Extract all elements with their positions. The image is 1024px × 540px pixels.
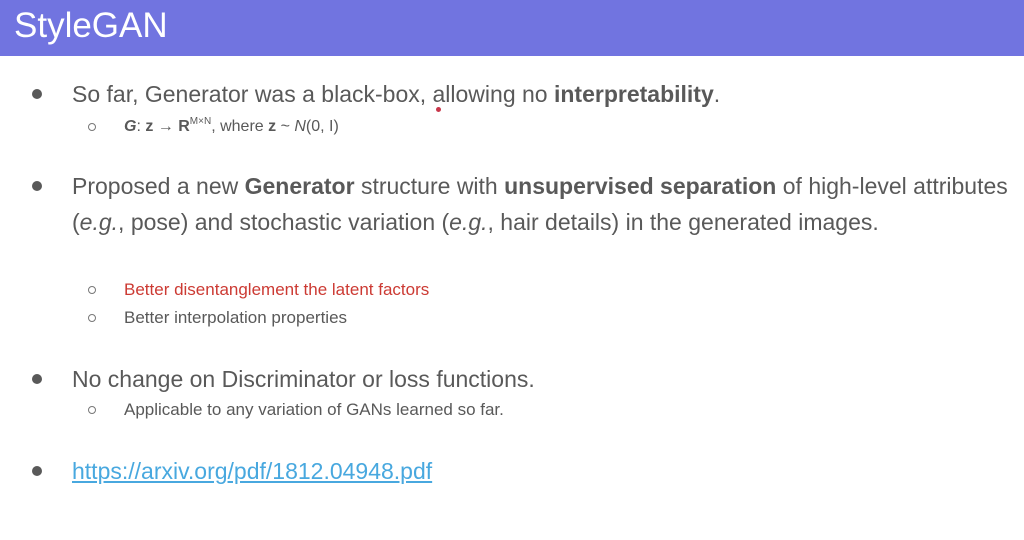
sub-bullet-ring [88,286,96,294]
generator-formula: G: z → RM×N, where z ~ N(0, I) [124,116,339,136]
sub-bullet-ring [88,314,96,322]
sub-bullet-text: Better interpolation properties [124,308,348,327]
bullet-dot [32,374,42,384]
slide-body: So far, Generator was a black-box, allow… [0,56,1024,540]
bullet-dot [32,181,42,191]
bullet-text-part: . [713,81,721,107]
bullet-text-bold: interpretability [553,81,714,107]
bullet-dot [32,89,42,99]
slide-title: StyleGAN [14,6,168,45]
sub-bullet-text: Better disentanglement the latent factor… [124,280,430,299]
bullet-text: Proposed a new Generator structure with … [72,173,1008,235]
title-bar: StyleGAN [0,0,1024,56]
bullet-text: https://arxiv.org/pdf/1812.04948.pdf [72,453,1012,489]
sub-bullet-text: Applicable to any variation of GANs lear… [124,400,504,419]
bullet-text-part: So far, Generator was a black-box, allow… [72,81,554,107]
bullet-dot [32,466,42,476]
sub-bullet-ring [88,123,96,131]
bullet-text: No change on Discriminator or loss funct… [72,366,535,392]
annotation-dot [436,107,441,112]
bullet-text: So far, Generator was a black-box, allow… [72,76,1012,112]
paper-link[interactable]: https://arxiv.org/pdf/1812.04948.pdf [72,458,432,484]
sub-bullet-ring [88,406,96,414]
